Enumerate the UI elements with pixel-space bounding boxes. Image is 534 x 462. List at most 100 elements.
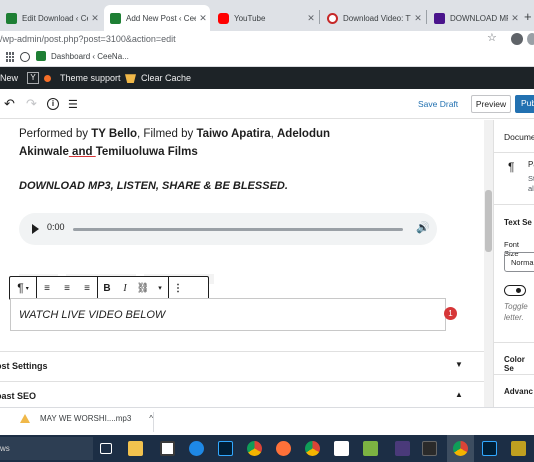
- admin-new-button[interactable]: New: [0, 73, 18, 83]
- align-left-icon[interactable]: ≡: [37, 277, 57, 299]
- block-text[interactable]: WATCH LIVE VIDEO BELOW: [19, 309, 165, 321]
- audio-progress-bar[interactable]: [73, 228, 403, 231]
- app-icon[interactable]: [422, 441, 437, 456]
- close-tab-icon[interactable]: ✕: [88, 13, 102, 24]
- color-settings-heading[interactable]: Color Se: [504, 355, 534, 373]
- publish-button[interactable]: Publ: [515, 95, 534, 113]
- italic-icon[interactable]: I: [116, 277, 134, 299]
- link-icon[interactable]: ⛓: [134, 277, 152, 299]
- download-item[interactable]: MAY WE WORSHI....mp3 ^: [20, 414, 153, 423]
- app-icon[interactable]: [395, 441, 410, 456]
- caret-down-icon[interactable]: ▼: [455, 360, 463, 369]
- more-menu-icon[interactable]: ⋮: [169, 277, 187, 299]
- search-box[interactable]: [0, 437, 93, 460]
- url-text[interactable]: /wp-admin/post.php?post=3100&action=edit: [0, 34, 176, 44]
- app-icon[interactable]: [334, 441, 349, 456]
- tab-download-mp3[interactable]: DOWNLOAD MP3 TY B ✕: [428, 5, 522, 31]
- apps-grid-icon[interactable]: [6, 52, 16, 62]
- tab-edit-download[interactable]: Edit Download ‹ CeeN ✕: [0, 5, 102, 31]
- close-tab-icon[interactable]: ✕: [508, 13, 522, 24]
- credit-text: Performed by: [19, 128, 92, 140]
- clear-cache-link[interactable]: Clear Cache: [141, 73, 191, 83]
- task-view-icon[interactable]: [100, 443, 112, 454]
- status-dot-icon: [44, 75, 51, 82]
- credit-name: TY Bello: [91, 128, 138, 140]
- extension-icon[interactable]: [511, 33, 523, 45]
- downloads-shelf: MAY WE WORSHI....mp3 ^: [0, 407, 534, 435]
- section-divider: [494, 342, 534, 343]
- more-options-chevron-icon[interactable]: ▾: [152, 277, 168, 299]
- credits-paragraph[interactable]: Performed by TY Bello, Filmed by Taiwo A…: [19, 125, 330, 161]
- notice-badge: 1: [444, 307, 457, 320]
- section-divider: [494, 204, 534, 205]
- new-tab-button[interactable]: +: [524, 9, 532, 24]
- tab-youtube[interactable]: YouTube ✕: [212, 5, 318, 31]
- metabox-title: ost Settings: [0, 361, 48, 371]
- app-icon[interactable]: [363, 441, 378, 456]
- paragraph-icon[interactable]: ¶ ▾: [10, 277, 36, 299]
- credit-name: Akinwale: [19, 146, 69, 158]
- profile-icon[interactable]: [527, 33, 534, 45]
- toggle-help: letter.: [504, 313, 524, 322]
- edge-icon[interactable]: [189, 441, 204, 456]
- download-paragraph[interactable]: DOWNLOAD MP3, LISTEN, SHARE & BE BLESSED…: [19, 177, 288, 195]
- download-filename: MAY WE WORSHI....mp3: [40, 414, 132, 423]
- credit-name: Temiluoluwa Films: [95, 146, 198, 158]
- address-bar: /wp-admin/post.php?post=3100&action=edit…: [0, 31, 534, 48]
- wp-favicon-icon: [36, 51, 46, 61]
- metabox-post-settings[interactable]: ost Settings ▼: [0, 351, 492, 379]
- photoshop-icon[interactable]: [482, 441, 497, 456]
- chrome-icon[interactable]: [453, 441, 468, 456]
- close-tab-icon[interactable]: ✕: [411, 13, 425, 24]
- sidebar-tab-divider: [494, 152, 534, 153]
- download-site-icon: [327, 12, 338, 24]
- bold-icon[interactable]: B: [98, 277, 116, 299]
- close-tab-icon[interactable]: ✕: [304, 13, 318, 24]
- align-center-icon[interactable]: ≡: [57, 277, 77, 299]
- file-explorer-icon[interactable]: [128, 441, 143, 456]
- caret-up-icon[interactable]: ▲: [455, 390, 463, 399]
- drop-cap-toggle[interactable]: [504, 285, 526, 296]
- font-size-value: Norma: [511, 258, 534, 267]
- close-tab-icon[interactable]: ✕: [196, 13, 210, 24]
- align-right-icon[interactable]: ≡: [77, 277, 97, 299]
- redo-icon[interactable]: ↷: [26, 96, 37, 112]
- advanced-heading[interactable]: Advanc: [504, 387, 533, 396]
- metabox-yoast-seo[interactable]: oast SEO ▲: [0, 381, 492, 407]
- app-icon[interactable]: [511, 441, 526, 456]
- play-icon[interactable]: [32, 224, 39, 234]
- bookmark-star-icon[interactable]: ☆: [487, 31, 497, 44]
- browser-tab-bar: Edit Download ‹ CeeN ✕ Add New Post ‹ Ce…: [0, 0, 534, 31]
- tab-download-video[interactable]: Download Video: TY B ✕: [321, 5, 425, 31]
- undo-icon[interactable]: ↶: [4, 96, 15, 112]
- bookmark-label: Dashboard ‹ CeeNa...: [51, 51, 129, 61]
- wp-admin-bar: New Y Theme support Clear Cache: [0, 67, 534, 89]
- chrome-icon[interactable]: [305, 441, 320, 456]
- bookmark-dashboard[interactable]: Dashboard ‹ CeeNa...: [36, 51, 129, 61]
- content-scrollbar[interactable]: [484, 120, 493, 407]
- scrollbar-thumb[interactable]: [485, 190, 492, 252]
- volume-icon[interactable]: 🔊: [416, 221, 430, 234]
- app-icon[interactable]: [160, 441, 175, 456]
- firefox-icon[interactable]: [276, 441, 291, 456]
- editor-header: ↶ ↷ i ☰ Save Draft Preview Publ: [0, 89, 534, 119]
- paragraph-block[interactable]: WATCH LIVE VIDEO BELOW 1: [10, 298, 457, 331]
- credit-text: , Filmed by: [137, 128, 197, 140]
- font-size-select[interactable]: Norma: [504, 252, 534, 272]
- chrome-icon[interactable]: [247, 441, 262, 456]
- yoast-icon[interactable]: Y: [27, 72, 39, 84]
- theme-support-link[interactable]: Theme support: [60, 73, 121, 83]
- credit-text: and: [68, 146, 96, 158]
- info-icon[interactable]: i: [47, 98, 59, 110]
- tab-add-new-post[interactable]: Add New Post ‹ CeeN ✕: [104, 5, 210, 31]
- tab-document[interactable]: Docume: [504, 132, 534, 142]
- photoshop-icon[interactable]: [218, 441, 233, 456]
- block-description: al: [528, 184, 534, 193]
- text-settings-heading[interactable]: Text Se: [504, 218, 532, 227]
- tab-title: YouTube: [234, 13, 266, 23]
- clear-cache-icon: [125, 74, 136, 83]
- preview-button[interactable]: Preview: [471, 95, 511, 113]
- save-draft-button[interactable]: Save Draft: [418, 99, 458, 109]
- list-view-icon[interactable]: ☰: [68, 98, 78, 111]
- toggle-knob: [516, 287, 521, 293]
